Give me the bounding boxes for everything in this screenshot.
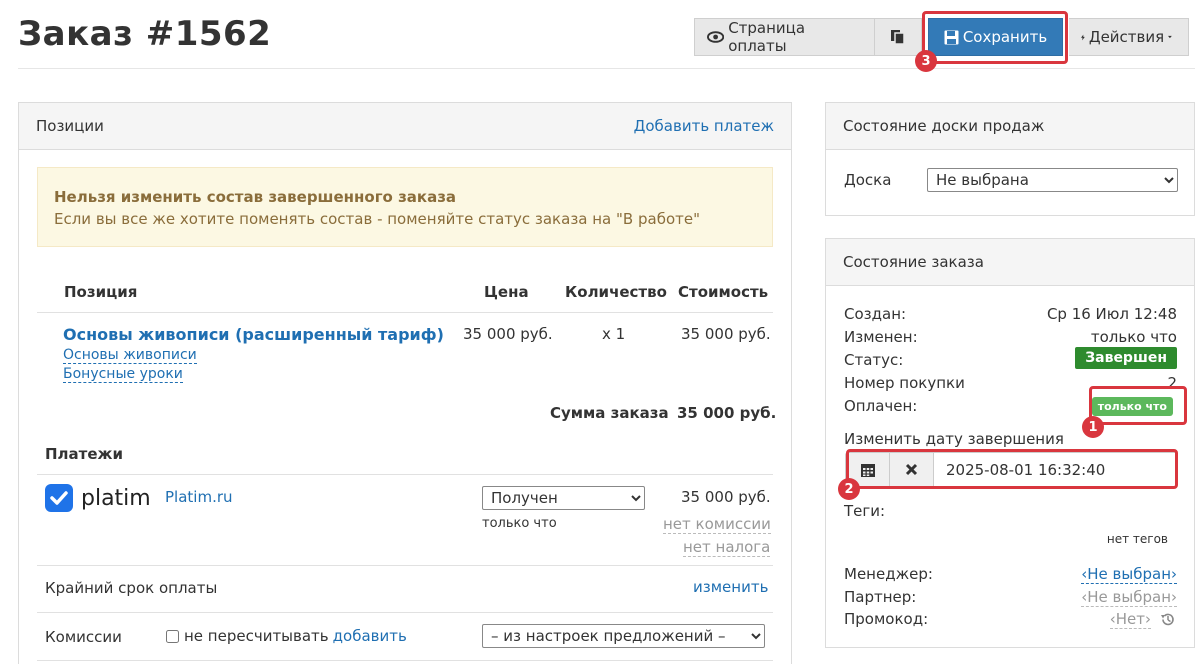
item-sub-link-2[interactable]: Бонусные уроки [63,366,183,383]
eye-icon [707,31,725,43]
board-panel-header: Состояние доски продаж [826,103,1194,150]
positions-title: Позиции [36,117,104,135]
board-panel-title: Состояние доски продаж [843,117,1045,135]
tags-label: Теги: [844,502,886,520]
purchase-label: Номер покупки [844,374,965,392]
highlight-date [846,449,1178,489]
page-title: Заказ #1562 [18,14,272,54]
actions-dropdown-button[interactable]: Действия [1069,18,1189,56]
created-value: Ср 16 Июл 12:48 [1046,305,1177,323]
no-tax-link[interactable]: нет налога [683,538,771,557]
commissions-divider [37,660,773,661]
item-price: 35 000 руб. [463,325,553,343]
callout-2: 2 [838,478,860,500]
paid-label: Оплачен: [844,397,918,415]
deadline-divider-bottom [37,612,773,613]
platim-logo: platim [45,484,151,512]
manager-select-link[interactable]: ‹Не выбран› [1081,565,1177,584]
payment-page-label: Страница оплаты [728,19,806,55]
commission-source-select[interactable]: – из настроек предложений – [482,624,765,648]
bolt-icon [1081,34,1085,40]
checkmark-icon [45,484,73,512]
payment-status-select[interactable]: Получен [482,486,645,510]
add-payment-link[interactable]: Добавить платеж [634,117,774,135]
add-commission-link[interactable]: добавить [333,627,407,645]
payments-divider [37,474,773,475]
callout-1: 1 [1082,416,1104,438]
highlight-save [922,11,1068,64]
callout-3: 3 [915,50,937,72]
warning-alert: Нельзя изменить состав завершенного зака… [37,167,773,247]
manager-label: Менеджер: [844,565,933,583]
deadline-label: Крайний срок оплаты [45,579,218,597]
payments-title: Платежи [45,445,123,463]
order-state-title: Состояние заказа [843,253,984,271]
item-qty: x 1 [602,325,626,343]
status-label: Статус: [844,351,904,369]
commissions-label: Комиссии [45,628,122,646]
order-total-value: 35 000 руб. [677,404,777,422]
alert-title: Нельзя изменить состав завершенного зака… [54,188,457,206]
status-badge: Завершен [1075,347,1177,369]
column-header-qty: Количество [565,283,667,301]
no-tags-text: нет тегов [1106,532,1168,546]
table-header-divider [37,312,773,313]
promo-select-link[interactable]: ‹Нет› [1109,610,1151,629]
payment-page-button[interactable]: Страница оплаты [694,18,875,56]
no-commission-link[interactable]: нет комиссии [663,515,771,534]
no-recalc-label: не пересчитывать [184,627,329,645]
copy-icon [891,30,905,45]
item-cost: 35 000 руб. [681,325,771,343]
column-header-price: Цена [484,283,529,301]
caret-down-icon [1168,35,1172,39]
deadline-divider-top [37,565,773,566]
created-label: Создан: [844,305,907,323]
change-date-label: Изменить дату завершения [844,430,1064,448]
no-recalc-checkbox[interactable] [166,629,179,643]
item-sub-link-1[interactable]: Основы живописи [63,347,197,364]
modified-label: Изменен: [844,328,918,346]
promo-label: Промокод: [844,610,929,628]
partner-label: Партнер: [844,588,917,606]
actions-label: Действия [1088,28,1165,46]
column-header-item: Позиция [64,283,138,301]
payment-provider-link[interactable]: Platim.ru [165,488,233,506]
copy-button[interactable] [875,18,922,56]
deadline-change-link[interactable]: изменить [693,578,768,596]
payment-amount: 35 000 руб. [681,488,771,506]
column-header-cost: Стоимость [678,283,769,301]
board-panel: Состояние доски продаж [825,102,1195,216]
alert-text: Если вы все же хотите поменять состав - … [54,210,700,228]
history-icon[interactable] [1160,612,1175,627]
no-recalc-group: не пересчитывать добавить [166,627,407,645]
board-label: Доска [844,171,892,189]
order-state-panel-header: Состояние заказа [826,239,1194,286]
platim-logo-text: platim [81,485,151,511]
positions-panel-header: Позиции Добавить платеж [19,103,791,150]
modified-value: только что [1090,328,1177,346]
order-total-label: Сумма заказа [550,404,669,422]
highlight-paid [1089,386,1187,425]
payment-status-time: только что [482,516,557,531]
board-select[interactable]: Не выбрана [927,168,1178,192]
item-name-link[interactable]: Основы живописи (расширенный тариф) [63,325,444,344]
partner-select-link[interactable]: ‹Не выбран› [1081,588,1177,607]
header-divider [18,68,1195,69]
